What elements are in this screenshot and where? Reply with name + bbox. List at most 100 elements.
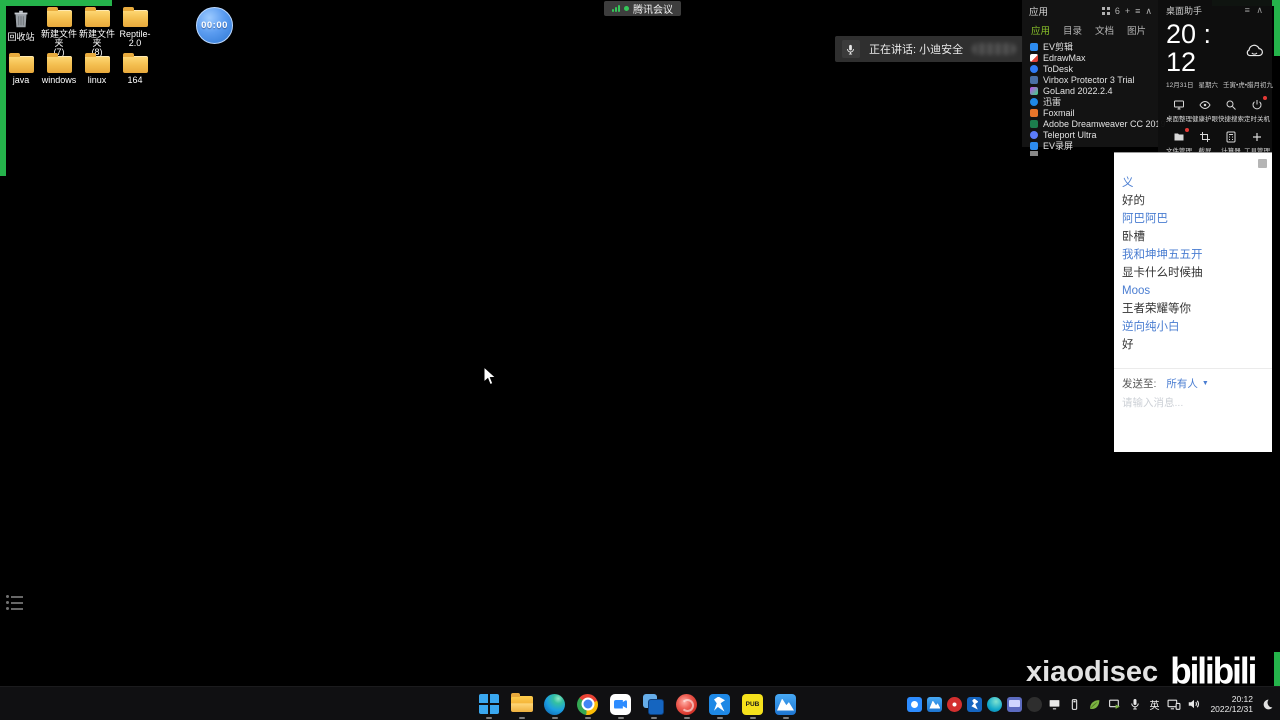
app-list-item[interactable]: ToDesk [1022,63,1158,74]
launcher-title: 应用 [1029,7,1049,18]
red-snail-app-button[interactable] [675,691,698,717]
desktop-icon-folder-8[interactable]: 新建文件夹 (8) [78,6,116,57]
mountain-app-button[interactable] [774,691,797,717]
folder-icon [1173,128,1189,143]
app-list-item[interactable]: 迅雷 [1022,96,1158,107]
chevron-down-icon[interactable]: ▼ [1202,380,1209,387]
speaking-indicator-bar: 正在讲话: 小迪安全 [835,36,1023,62]
blue-guard-app-button[interactable] [708,691,731,717]
send-to-label: 发送至: [1122,378,1157,390]
clock-display: 20 : 12 [1166,19,1212,77]
tray-dark-app-icon[interactable] [1027,696,1043,712]
shortcut-eye-care[interactable]: 健康护眼 [1192,98,1218,123]
signal-bars-icon [612,5,620,12]
desktop-icon-windows[interactable]: windows [40,52,78,85]
assistant-title: 桌面助手 [1166,6,1203,16]
tray-guard-app-icon[interactable] [967,696,983,712]
chat-message: 显卡什么时候抽 [1122,267,1203,279]
tray-microphone-icon[interactable] [1127,697,1142,712]
speaker-icon[interactable] [1186,697,1201,712]
menu-icon[interactable]: ≡ [1135,6,1140,16]
pubg-app-button[interactable]: PUB [741,691,764,717]
app-list-item[interactable]: EdrawMax [1022,52,1158,63]
shortcut-timed-shutdown[interactable]: 定时关机 [1244,96,1270,123]
ime-language-indicator[interactable]: 英 [1147,697,1161,712]
desktop-icon-recycle-bin[interactable]: 回收站 [2,6,40,57]
app-list-item[interactable]: EV录屏 [1022,140,1158,151]
app-icon [1030,97,1038,106]
tray-mountain-app-icon[interactable] [927,696,943,712]
meeting-camera-icon [610,693,631,715]
tab-pictures[interactable]: 图片 [1127,23,1146,37]
chat-message: 阿巴阿巴 [1122,213,1168,225]
file-explorer-button[interactable] [510,691,533,717]
list-toggle-icon[interactable] [6,595,23,610]
tray-monitor-app-icon[interactable] [1007,696,1023,712]
send-to-selector[interactable]: 所有人 [1166,376,1198,391]
usb-device-icon[interactable] [1067,697,1082,712]
folder-icon [122,53,148,73]
app-icon [1030,119,1038,128]
desktop-icon-164[interactable]: 164 [116,52,154,85]
weekday-value: 星期六 [1198,82,1218,89]
app-icon [1030,64,1038,73]
tray-red-flower-icon[interactable] [947,696,963,712]
vmware-button[interactable] [642,691,665,717]
watermark-name: xiaodisec [1026,655,1159,688]
recycle-bin-icon [14,10,28,28]
screen-cast-icon[interactable] [1107,697,1122,712]
edge-browser-button[interactable] [543,691,566,717]
assistant-header-icons[interactable]: ≡ ∧ [1245,5,1265,16]
tab-documents[interactable]: 文档 [1095,23,1114,37]
icon-label: 回收站 [7,32,35,42]
pc-phone-icon[interactable] [1166,697,1181,712]
grid-view-icon[interactable] [1101,7,1110,15]
desktop-icon-linux[interactable]: linux [78,52,116,85]
taskbar: PUB 英 20:12 2022/12/31 [0,686,1280,720]
assistant-shortcut-grid: 桌面整理 健康护眼 快捷搜索 定时关机 文件管理 截屏 [1166,96,1270,155]
tab-directory[interactable]: 目录 [1063,23,1082,37]
app-list-item[interactable]: Adobe Dreamweaver CC 2019 [1022,118,1166,129]
chat-panel-icon[interactable] [1258,159,1267,168]
desktop-icon-reptile[interactable]: Reptile-2.0 [116,6,154,57]
weather-cloud-icon[interactable] [1244,41,1265,58]
tencent-meeting-button[interactable] [609,691,632,717]
chat-message: 逆向纯小白 [1122,321,1180,333]
leaf-icon[interactable] [1087,697,1102,712]
night-mode-moon-icon[interactable] [1260,697,1275,712]
icon-label: Reptile-2.0 [119,29,151,48]
app-icon [1030,86,1038,95]
taskbar-clock[interactable]: 20:12 2022/12/31 [1206,694,1253,714]
speaking-text: 正在讲话: 小迪安全 [868,44,964,56]
desktop-icon-java[interactable]: java [2,52,40,85]
chrome-browser-button[interactable] [576,691,599,717]
desktop-icon-folder-7[interactable]: 新建文件夹 (7) [40,6,78,57]
pubg-icon: PUB [742,693,763,715]
launcher-tabs: 应用 目录 文档 图片 [1022,20,1158,40]
tab-apps[interactable]: 应用 [1031,23,1050,37]
folder-icon [8,53,34,73]
app-list-item[interactable]: Foxmail [1022,107,1158,118]
app-list-item[interactable]: Virbox Protector 3 Trial [1022,74,1158,85]
app-list-item[interactable]: EV剪辑 [1022,41,1158,52]
meeting-title-bar[interactable]: 腾讯会议 [604,1,681,16]
tray-browser-icon[interactable] [987,696,1003,712]
mouse-cursor [483,366,497,386]
chat-message: 王者荣耀等你 [1122,303,1191,315]
desktop-icons-row2: java windows linux 164 [2,52,154,85]
tray-tencent-meeting-icon[interactable] [907,696,923,712]
display-icon[interactable] [1047,697,1062,712]
folder-icon [46,53,72,73]
start-button[interactable] [477,691,500,717]
shortcut-quick-search[interactable]: 快捷搜索 [1218,98,1244,123]
folder-icon [510,693,533,712]
shortcut-desktop-organize[interactable]: 桌面整理 [1166,98,1192,123]
chrome-icon [577,693,598,715]
date-value: 12月31日 [1166,82,1194,89]
add-icon[interactable]: + [1125,6,1130,16]
collapse-icon[interactable]: ∧ [1145,6,1152,16]
meeting-timer[interactable]: 00:00 [196,7,233,44]
app-icon [1030,130,1038,139]
chat-message-input[interactable] [1122,397,1262,409]
icon-label: linux [87,75,107,85]
